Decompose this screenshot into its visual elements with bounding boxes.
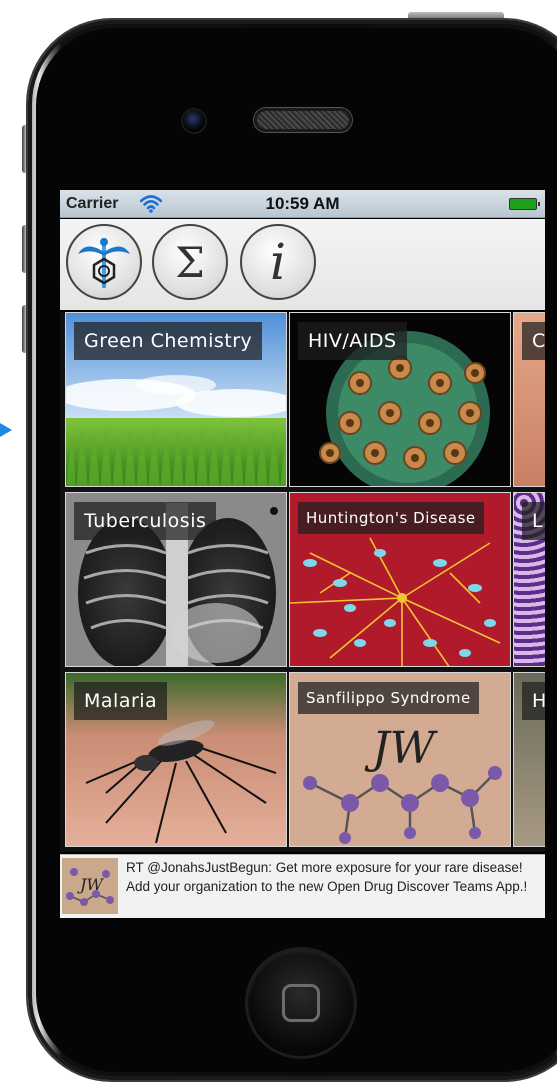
tile-sanfilippo-syndrome[interactable]: JW Sanfilippo Syndrome bbox=[289, 672, 511, 847]
tile-label: C bbox=[522, 322, 545, 360]
svg-text:JW: JW bbox=[77, 875, 104, 894]
tile-c-partial[interactable]: C bbox=[513, 312, 545, 487]
tile-malaria[interactable]: Malaria bbox=[65, 672, 287, 847]
tile-label: H bbox=[522, 682, 545, 720]
tile-l-partial[interactable]: L bbox=[513, 492, 545, 667]
topic-grid: Green Chemistry HIV/AIDS C Tuberculosis … bbox=[60, 312, 545, 852]
tile-label: Malaria bbox=[74, 682, 168, 720]
tile-hiv-aids[interactable]: HIV/AIDS bbox=[289, 312, 511, 487]
front-camera-icon bbox=[183, 110, 205, 132]
feed-message: RT @JonahsJustBegun: Get more exposure f… bbox=[126, 860, 528, 894]
home-square-icon bbox=[282, 984, 320, 1022]
tile-label: L bbox=[522, 502, 545, 540]
tile-label: Green Chemistry bbox=[74, 322, 263, 360]
app-screen: Carrier 10:59 AM Σ i Green Chemistry HIV… bbox=[60, 190, 545, 918]
svg-text:JW: JW bbox=[364, 723, 439, 774]
tile-huntingtons-disease[interactable]: Huntington's Disease bbox=[289, 492, 511, 667]
tattoo-thumbnail-image: JW bbox=[62, 858, 118, 914]
speaker-grille bbox=[254, 108, 352, 132]
pointer-arrow-icon bbox=[0, 423, 12, 437]
caduceus-benzene-button[interactable] bbox=[66, 224, 142, 300]
sigma-button[interactable]: Σ bbox=[152, 224, 228, 300]
feed-thumbnail: JW bbox=[62, 858, 118, 914]
device-mockup: Carrier 10:59 AM Σ i Green Chemistry HIV… bbox=[0, 0, 557, 1086]
tile-green-chemistry[interactable]: Green Chemistry bbox=[65, 312, 287, 487]
tile-label: HIV/AIDS bbox=[298, 322, 407, 360]
status-time: 10:59 AM bbox=[265, 194, 340, 213]
info-icon: i bbox=[270, 233, 286, 291]
tile-label: Huntington's Disease bbox=[298, 502, 484, 534]
tile-label: Tuberculosis bbox=[74, 502, 217, 540]
tile-h-partial[interactable]: H bbox=[513, 672, 545, 847]
tile-label: Sanfilippo Syndrome bbox=[298, 682, 479, 714]
caduceus-benzene-icon bbox=[78, 238, 130, 288]
sigma-icon: Σ bbox=[175, 237, 205, 287]
status-bar: Carrier 10:59 AM bbox=[60, 190, 545, 218]
top-toolbar: Σ i bbox=[60, 219, 545, 310]
battery-icon bbox=[509, 198, 540, 210]
home-button[interactable] bbox=[248, 950, 354, 1056]
tile-tuberculosis[interactable]: Tuberculosis bbox=[65, 492, 287, 667]
info-button[interactable]: i bbox=[240, 224, 316, 300]
news-feed-bar[interactable]: JW RT @JonahsJustBegun: Get more exposur… bbox=[60, 854, 545, 918]
